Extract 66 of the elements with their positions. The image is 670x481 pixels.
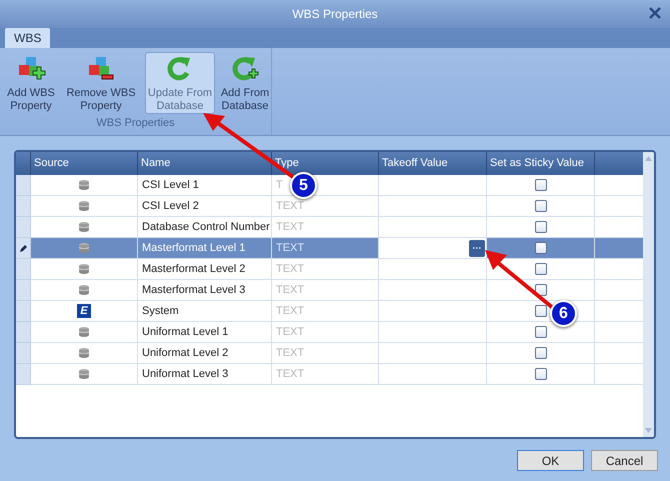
table-cell-text: Masterformat Level 3	[142, 282, 246, 298]
table-cell-text: Masterformat Level 2	[142, 262, 246, 277]
table-cell-text: T	[276, 178, 283, 193]
table-row[interactable]: Masterformat Level 3 TEXT	[16, 280, 643, 301]
ribbon-button[interactable]: Add From Database	[217, 52, 273, 114]
checkbox[interactable]	[534, 263, 546, 275]
column-header[interactable]: Takeoff Value	[382, 155, 448, 172]
database-icon	[78, 179, 90, 191]
table-cell-text: Uniformat Level 2	[142, 346, 228, 361]
table-cell-text: TEXT	[276, 324, 304, 340]
database-icon	[78, 326, 90, 338]
refresh-plus-icon	[230, 55, 260, 83]
table-cell-text: TEXT	[276, 240, 304, 256]
checkbox[interactable]	[534, 305, 546, 317]
cancel-button[interactable]: Cancel	[591, 450, 658, 471]
database-icon	[78, 200, 90, 212]
table-cell-text: TEXT	[276, 304, 304, 319]
table-row[interactable]: Masterformat Level 1 TEXT ···	[16, 238, 643, 259]
checkbox[interactable]	[534, 242, 546, 254]
checkbox[interactable]	[534, 326, 546, 338]
ribbon-tab[interactable]: WBS	[5, 28, 50, 48]
table-cell-text: TEXT	[276, 346, 304, 361]
checkbox[interactable]	[534, 347, 546, 359]
table-row[interactable]: Uniformat Level 2 TEXT	[16, 343, 643, 364]
ellipsis-button[interactable]: ···	[469, 240, 485, 256]
group-label: WBS Properties	[96, 116, 175, 131]
database-icon	[78, 242, 90, 254]
table-cell-text: CSI Level 1	[142, 178, 199, 193]
close-icon	[649, 7, 661, 19]
table-cell-text: CSI Level 2	[142, 198, 199, 214]
column-header[interactable]: Source	[34, 155, 69, 172]
database-icon	[78, 368, 90, 380]
table-row[interactable]: Uniformat Level 3 TEXT	[16, 364, 643, 385]
database-icon	[78, 263, 90, 275]
ribbon-button[interactable]: Add WBS Property	[3, 52, 59, 114]
checkbox[interactable]	[534, 368, 546, 380]
table-row[interactable]: Uniformat Level 1 TEXT	[16, 322, 643, 343]
table-cell-text: Uniformat Level 3	[142, 366, 228, 382]
database-icon	[78, 221, 90, 233]
ok-button[interactable]: OK	[517, 450, 584, 471]
window-title: WBS Properties	[292, 6, 378, 23]
checkbox[interactable]	[534, 221, 546, 233]
table-cell-text: Database Control Number	[142, 220, 270, 235]
table-row[interactable]: Masterformat Level 2 TEXT	[16, 259, 643, 280]
table-row[interactable]: Database Control Number TEXT	[16, 217, 643, 238]
checkbox[interactable]	[534, 200, 546, 212]
table-cell-text: TEXT	[276, 282, 304, 298]
column-header[interactable]: Set as Sticky Value	[490, 155, 584, 172]
table-cell-text: Uniformat Level 1	[142, 324, 228, 340]
column-header[interactable]: Name	[141, 155, 170, 172]
table-cell-text: Masterformat Level 1	[142, 240, 246, 256]
table-cell-text: TEXT	[276, 262, 304, 277]
column-header[interactable]: Type	[275, 155, 299, 172]
table-cell-text: System	[142, 304, 179, 319]
table-row[interactable]: CSI Level 2 TEXT	[16, 196, 643, 217]
database-icon	[78, 347, 90, 359]
arrow	[485, 250, 555, 310]
checkbox[interactable]	[534, 179, 546, 191]
ribbon-button[interactable]: Update From Database	[145, 52, 215, 114]
pencil-icon	[20, 244, 26, 252]
table-cell-text: TEXT	[276, 198, 304, 214]
table-cell-text: TEXT	[276, 220, 304, 235]
database-icon	[78, 284, 90, 296]
system-badge: E	[77, 304, 91, 318]
ribbon-button[interactable]: Remove WBS Property	[61, 52, 141, 114]
table-cell-text: TEXT	[276, 366, 304, 382]
